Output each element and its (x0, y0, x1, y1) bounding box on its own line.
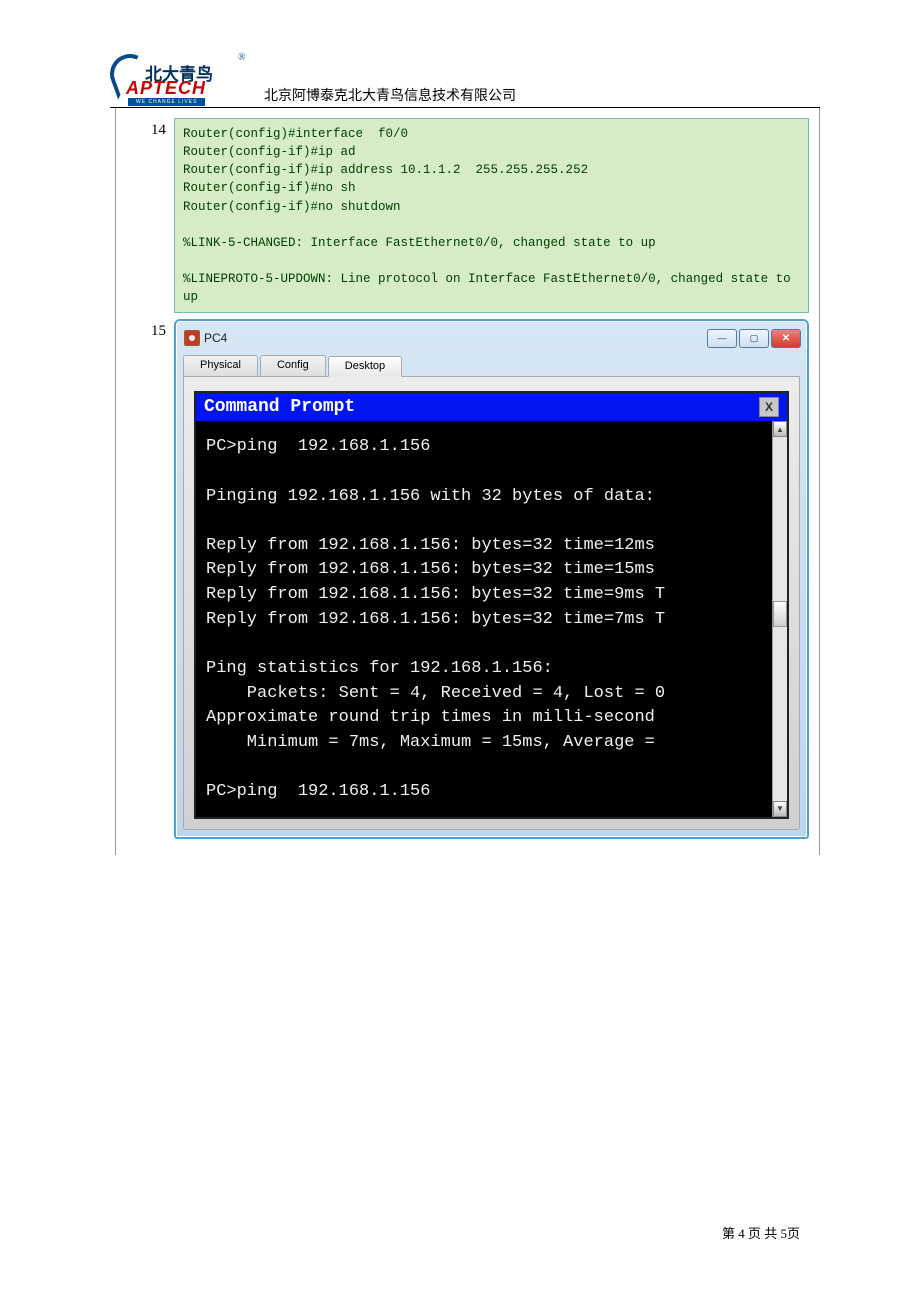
scroll-up-icon[interactable]: ▲ (773, 421, 787, 437)
tab-desktop[interactable]: Desktop (328, 356, 402, 377)
command-prompt-title-bar: Command Prompt X (196, 393, 787, 421)
window-title-bar[interactable]: PC4 (178, 323, 805, 351)
close-button[interactable] (771, 329, 801, 348)
page-footer: 第 4 页 共 5页 (722, 1223, 800, 1242)
registered-mark-icon: ® (238, 52, 246, 63)
router-console-output: Router(config)#interface f0/0 Router(con… (174, 118, 809, 313)
step-number-15: 15 (116, 319, 174, 340)
step-number-14: 14 (116, 118, 174, 139)
maximize-button[interactable] (739, 329, 769, 348)
pc4-window: PC4 Physical Config Desktop (174, 319, 809, 839)
scroll-thumb[interactable] (773, 601, 787, 627)
scroll-down-icon[interactable]: ▼ (773, 801, 787, 817)
content-frame: 14 Router(config)#interface f0/0 Router(… (115, 108, 820, 855)
scroll-track[interactable] (773, 437, 787, 801)
tab-config[interactable]: Config (260, 355, 326, 376)
tab-bar: Physical Config Desktop (178, 351, 805, 376)
logo-en-text: APTECH (126, 78, 206, 99)
tab-physical[interactable]: Physical (183, 355, 258, 376)
logo: 北大青鸟 APTECH ® WE CHANGE LIVES (110, 50, 240, 105)
command-prompt-close-button[interactable]: X (759, 397, 779, 417)
command-prompt-title: Command Prompt (204, 397, 355, 417)
company-name: 北京阿博泰克北大青鸟信息技术有限公司 (264, 85, 516, 105)
scrollbar[interactable]: ▲ ▼ (772, 421, 787, 817)
logo-tagline: WE CHANGE LIVES (128, 98, 205, 106)
command-prompt-window: Command Prompt X PC>ping 192.168.1.156 P… (194, 391, 789, 819)
pc-icon (184, 330, 200, 346)
minimize-button[interactable] (707, 329, 737, 348)
desktop-tab-content: Command Prompt X PC>ping 192.168.1.156 P… (183, 376, 800, 830)
command-prompt-output[interactable]: PC>ping 192.168.1.156 Pinging 192.168.1.… (196, 421, 772, 817)
window-title: PC4 (204, 331, 227, 345)
